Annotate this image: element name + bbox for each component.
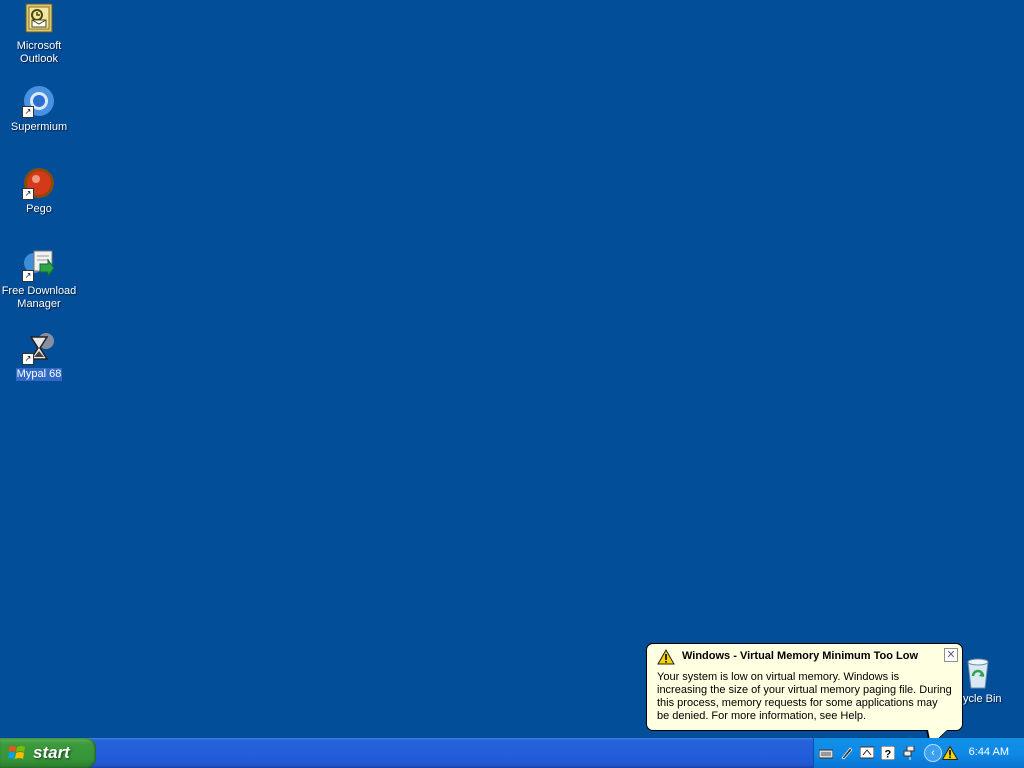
shortcut-arrow-icon: ↗ (22, 188, 34, 200)
shortcut-arrow-icon: ↗ (22, 270, 34, 282)
keyboard-icon[interactable] (818, 746, 834, 760)
balloon-message: Your system is low on virtual memory. Wi… (657, 671, 952, 722)
supermium-icon: ↗ (22, 84, 56, 118)
shortcut-arrow-icon: ↗ (22, 353, 34, 365)
start-label: start (33, 743, 70, 762)
warning-icon (657, 648, 675, 670)
system-tray: ? ‹ 6:44 AM (813, 738, 1024, 768)
pen-icon[interactable] (840, 746, 854, 760)
balloon-title: Windows - Virtual Memory Minimum Too Low (682, 650, 918, 662)
desktop-icon-label: Outlook (20, 53, 58, 65)
desktop-icon-label: Supermium (10, 121, 68, 133)
desktop-icon-label: Microsoft (16, 40, 62, 52)
warning-icon[interactable] (941, 745, 959, 760)
network-icon[interactable] (903, 745, 917, 760)
taskbar: start ? ‹ 6:44 AM (0, 738, 1024, 768)
desktop-icon-label: Manager (17, 298, 61, 310)
pego-icon: ↗ (22, 166, 56, 200)
desktop: Microsoft Outlook ↗ Supermium ↗ Pego ↗ F… (0, 0, 1024, 738)
desktop-icon-label: Mypal 68 (15, 368, 63, 381)
clock[interactable]: 6:44 AM (969, 746, 1009, 758)
desktop-icon-free-download-manager[interactable]: ↗ Free Download Manager (0, 248, 79, 311)
fdm-icon: ↗ (22, 248, 56, 282)
svg-text:?: ? (885, 749, 892, 761)
close-icon[interactable]: ✕ (944, 648, 958, 662)
start-button[interactable]: start (0, 738, 96, 768)
help-icon[interactable]: ? (880, 745, 896, 761)
notification-balloon[interactable]: Windows - Virtual Memory Minimum Too Low… (646, 643, 963, 747)
desktop-icon-mypal[interactable]: ↗ Mypal 68 (0, 331, 79, 381)
mypal-icon: ↗ (22, 331, 56, 365)
desktop-icon-pego[interactable]: ↗ Pego (0, 166, 79, 216)
recycle-bin-icon (960, 656, 994, 690)
shortcut-arrow-icon: ↗ (22, 106, 34, 118)
outlook-icon (22, 3, 56, 37)
desktop-icon-outlook[interactable]: Microsoft Outlook (0, 3, 79, 66)
windows-logo-icon (8, 744, 26, 762)
show-hidden-icons-icon[interactable]: ‹ (924, 744, 942, 762)
desktop-icon-label: Pego (26, 203, 52, 215)
language-icon[interactable] (859, 746, 875, 760)
desktop-icon-supermium[interactable]: ↗ Supermium (0, 84, 79, 134)
desktop-icon-label: Free Download (1, 285, 77, 297)
